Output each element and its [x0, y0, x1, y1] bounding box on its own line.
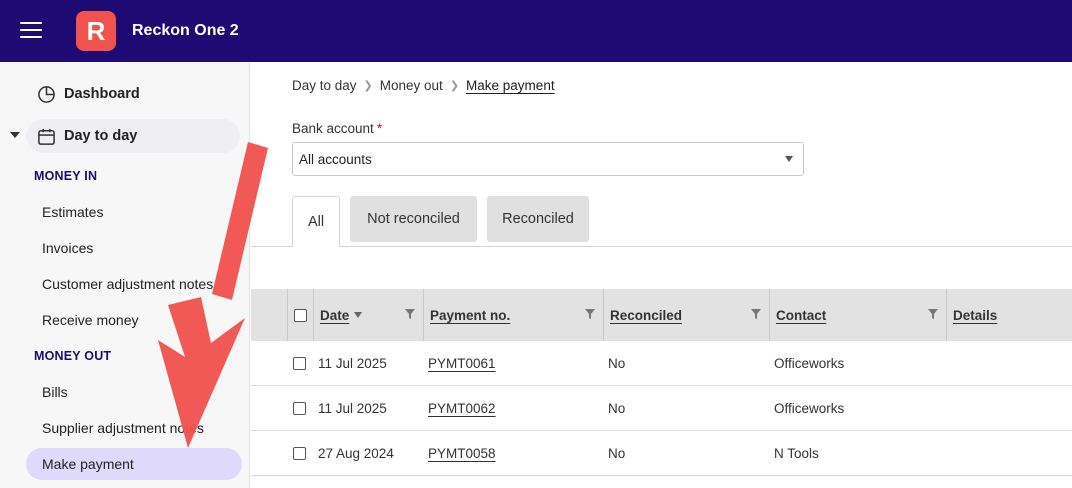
column-label: Details: [953, 307, 998, 323]
row-payment-no-link[interactable]: PYMT0062: [428, 386, 496, 431]
column-label: Contact: [776, 307, 827, 323]
row-contact: Officeworks: [774, 356, 845, 371]
column-header-details[interactable]: Details: [946, 289, 1072, 341]
row-payment-no-link[interactable]: PYMT0061: [428, 341, 496, 386]
tab-reconciled[interactable]: Reconciled: [487, 196, 589, 242]
filter-icon[interactable]: [405, 309, 415, 319]
chevron-right-icon: ❯: [449, 80, 460, 92]
table-row[interactable]: 27 Aug 2024 PYMT0058 No N Tools: [251, 431, 1072, 476]
pie-chart-icon: [36, 84, 56, 104]
sidebar-item-day-to-day[interactable]: Day to day: [26, 119, 240, 153]
tab-all[interactable]: All: [292, 196, 340, 247]
sidebar-item-bills[interactable]: Bills: [26, 376, 242, 408]
filter-icon[interactable]: [751, 309, 761, 319]
money-out-heading: MONEY OUT: [34, 349, 112, 363]
sidebar-item-customer-adjustment-notes[interactable]: Customer adjustment notes: [26, 268, 242, 300]
calendar-icon: [36, 126, 56, 146]
column-header-date[interactable]: Date: [313, 289, 423, 341]
row-payment-no-link[interactable]: PYMT0058: [428, 431, 496, 476]
row-date: 11 Jul 2025: [318, 356, 387, 371]
collapse-caret-icon[interactable]: [10, 132, 20, 138]
row-contact: N Tools: [774, 446, 819, 461]
sidebar-item-estimates[interactable]: Estimates: [26, 196, 242, 228]
required-marker: *: [376, 121, 383, 136]
breadcrumb-make-payment[interactable]: Make payment: [466, 78, 555, 93]
select-all-cell: [287, 289, 313, 341]
breadcrumb-money-out[interactable]: Money out: [380, 78, 443, 93]
table-row[interactable]: 11 Jul 2025 PYMT0062 No Officeworks: [251, 386, 1072, 431]
sidebar-item-invoices[interactable]: Invoices: [26, 232, 242, 264]
bank-account-label-text: Bank account: [292, 121, 374, 136]
row-date: 27 Aug 2024: [318, 446, 394, 461]
hamburger-menu-icon[interactable]: [20, 22, 42, 38]
app-title: Reckon One 2: [132, 22, 239, 39]
row-reconciled: No: [608, 356, 626, 371]
sidebar-item-receive-money[interactable]: Receive money: [26, 304, 242, 336]
bank-account-value: All accounts: [299, 151, 372, 167]
column-label: Date: [320, 307, 350, 323]
table-header: Date Payment no. Reconciled Contact Deta…: [251, 289, 1072, 341]
row-date: 11 Jul 2025: [318, 401, 387, 416]
tab-not-reconciled[interactable]: Not reconciled: [350, 196, 477, 242]
chevron-right-icon: ❯: [363, 80, 373, 92]
row-checkbox[interactable]: [293, 447, 306, 460]
table-row[interactable]: 11 Jul 2025 PYMT0061 No Officeworks: [251, 341, 1072, 386]
filter-icon[interactable]: [585, 309, 595, 319]
row-checkbox[interactable]: [293, 402, 306, 415]
dropdown-arrow-icon: [785, 156, 793, 162]
row-reconciled: No: [608, 401, 626, 416]
money-in-heading: MONEY IN: [34, 169, 98, 183]
column-label: Payment no.: [430, 307, 511, 323]
top-bar: R Reckon One 2: [0, 0, 1072, 62]
sort-down-icon[interactable]: [354, 312, 363, 318]
filter-icon[interactable]: [928, 309, 938, 319]
main-content: Day to day ❯ Money out ❯ Make payment Ba…: [251, 62, 1072, 488]
row-reconciled: No: [608, 446, 626, 461]
bank-account-select[interactable]: All accounts: [292, 142, 804, 176]
sidebar-item-supplier-adjustment-notes[interactable]: Supplier adjustment notes: [26, 412, 242, 444]
sidebar-item-label: Day to day: [64, 128, 138, 144]
tabs-divider: [251, 246, 1072, 247]
sidebar: Dashboard Day to day MONEY IN Estimates …: [0, 62, 250, 488]
bank-account-label: Bank account *: [292, 121, 382, 136]
column-label: Reconciled: [610, 307, 683, 323]
sidebar-item-dashboard[interactable]: Dashboard: [26, 77, 240, 111]
row-checkbox[interactable]: [293, 357, 306, 370]
column-header-contact[interactable]: Contact: [769, 289, 946, 341]
breadcrumb-day-to-day[interactable]: Day to day: [292, 78, 357, 93]
column-header-reconciled[interactable]: Reconciled: [603, 289, 769, 341]
row-contact: Officeworks: [774, 401, 845, 416]
app-logo[interactable]: R: [76, 11, 116, 51]
column-header-payment-no[interactable]: Payment no.: [423, 289, 603, 341]
sidebar-item-make-payment[interactable]: Make payment: [26, 448, 242, 480]
select-all-checkbox[interactable]: [294, 308, 307, 322]
sidebar-item-label: Dashboard: [64, 86, 140, 102]
breadcrumb: Day to day ❯ Money out ❯ Make payment: [292, 78, 555, 93]
